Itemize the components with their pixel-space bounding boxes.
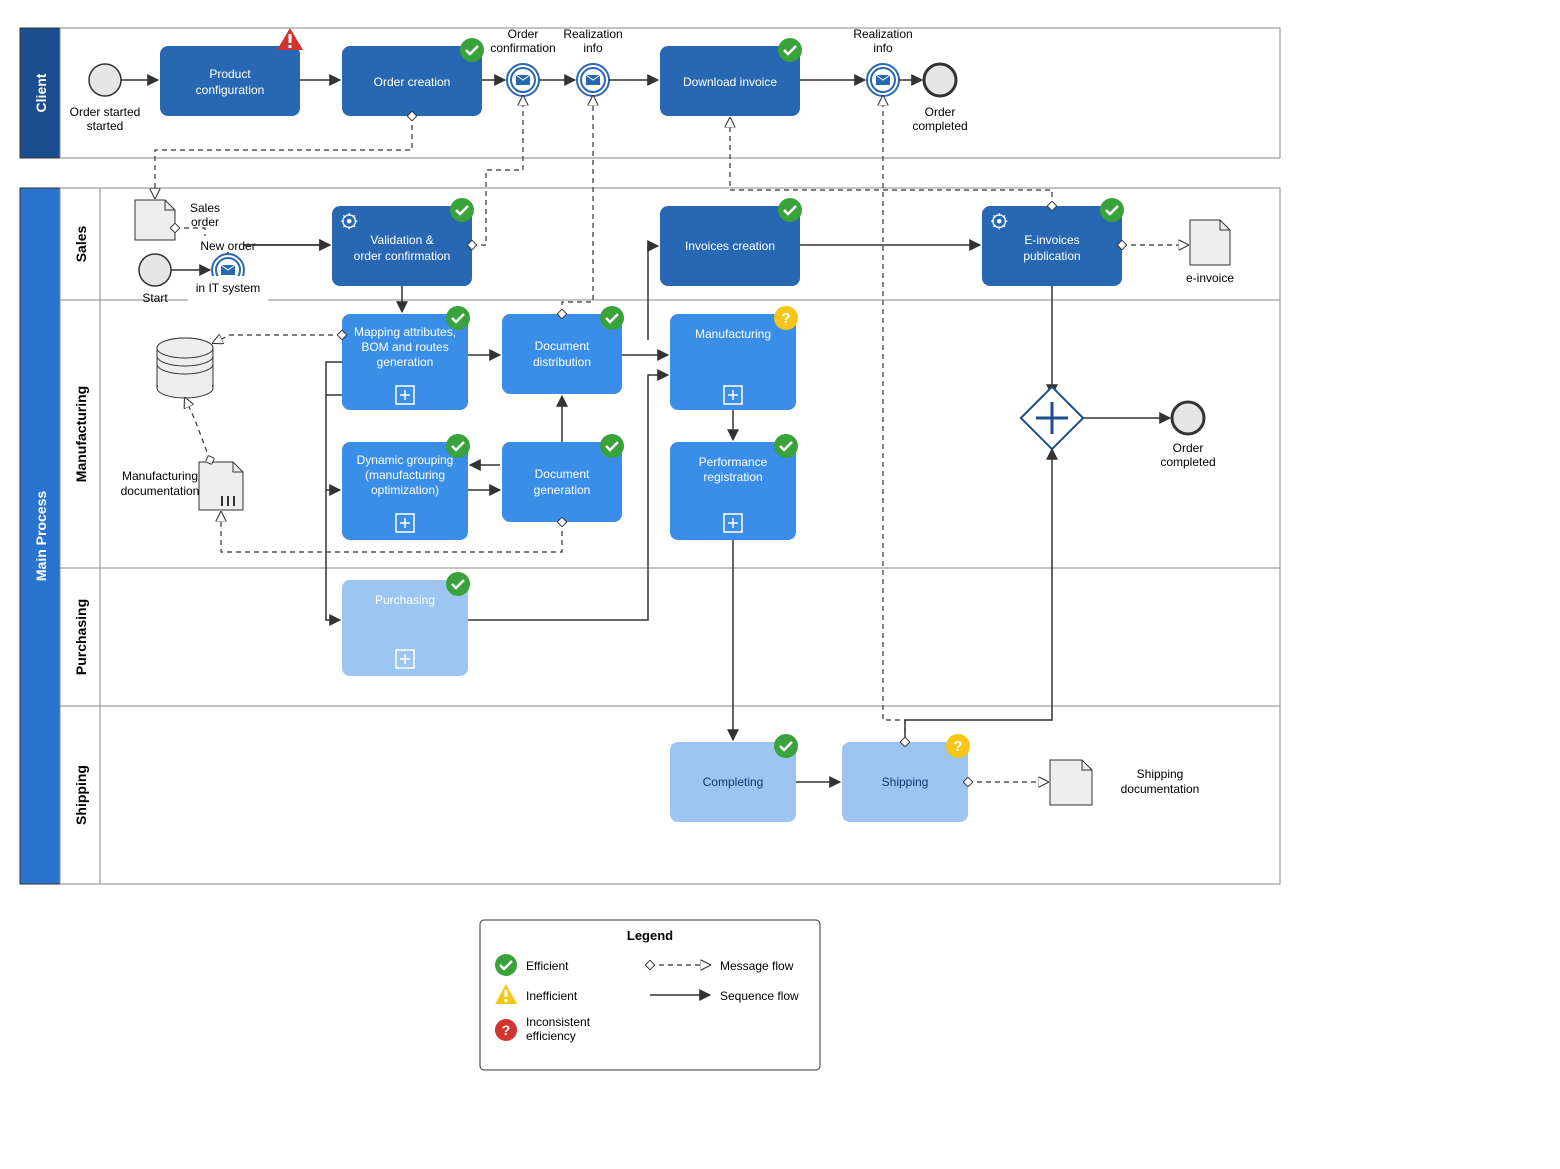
task-einvoices-publication[interactable]: E-invoices publication — [982, 198, 1124, 286]
badge-inconsistent-icon: ? — [774, 306, 798, 330]
data-object-einvoice[interactable]: e-invoice — [1186, 220, 1234, 285]
svg-text:Validation &: Validation & — [370, 233, 433, 247]
badge-efficient-icon — [446, 572, 470, 596]
svg-text:info: info — [583, 41, 603, 55]
gear-icon — [991, 213, 1007, 229]
svg-text:confirmation: confirmation — [490, 41, 555, 55]
task-shipping[interactable]: Shipping ? — [842, 734, 970, 822]
task-dynamic-grouping[interactable]: Dynamic grouping (manufacturing optimiza… — [342, 434, 470, 540]
task-purchasing[interactable]: Purchasing — [342, 572, 470, 676]
svg-text:Document: Document — [535, 467, 590, 481]
svg-text:efficiency: efficiency — [526, 1029, 576, 1043]
svg-text:documentation: documentation — [121, 484, 200, 498]
svg-text:E-invoices: E-invoices — [1024, 233, 1079, 247]
svg-text:publication: publication — [1023, 249, 1080, 263]
lane-manufacturing-title: Manufacturing — [73, 386, 89, 482]
svg-text:Invoices creation: Invoices creation — [685, 239, 775, 253]
badge-efficient-icon — [778, 198, 802, 222]
svg-text:in IT system: in IT system — [196, 281, 260, 295]
svg-text:Message flow: Message flow — [720, 959, 794, 973]
svg-text:Sequence flow: Sequence flow — [720, 989, 799, 1003]
svg-text:Efficient: Efficient — [526, 959, 569, 973]
pool-main-title: Main Process — [33, 491, 49, 581]
pool-client-title: Client — [33, 73, 49, 112]
badge-efficient-icon — [450, 198, 474, 222]
svg-text:Inconsistent: Inconsistent — [526, 1015, 591, 1029]
svg-text:documentation: documentation — [1121, 782, 1200, 796]
svg-text:?: ? — [953, 738, 962, 755]
lane-shipping-title: Shipping — [73, 765, 89, 825]
badge-efficient-icon — [1100, 198, 1124, 222]
svg-text:order: order — [191, 215, 219, 229]
svg-text:Document: Document — [535, 339, 590, 353]
task-validation-order-confirmation[interactable]: Validation & order confirmation — [332, 198, 474, 286]
badge-efficient-icon — [600, 306, 624, 330]
svg-text:started: started — [87, 119, 124, 133]
svg-text:Manufacturing: Manufacturing — [122, 469, 198, 483]
svg-text:generation: generation — [377, 355, 434, 369]
svg-text:Purchasing: Purchasing — [375, 593, 435, 607]
svg-text:Inefficient: Inefficient — [526, 989, 578, 1003]
gear-icon — [341, 213, 357, 229]
svg-text:configuration: configuration — [196, 83, 265, 97]
task-manufacturing[interactable]: Manufacturing ? — [670, 306, 798, 410]
badge-efficient-icon — [446, 306, 470, 330]
bpmn-diagram: Client Order started started Product con… — [0, 0, 1560, 1169]
svg-text:Order: Order — [1173, 441, 1204, 455]
svg-text:completed: completed — [1160, 455, 1215, 469]
svg-text:completed: completed — [912, 119, 967, 133]
svg-text:Realization: Realization — [563, 27, 622, 41]
badge-inconsistent-icon: ? — [946, 734, 970, 758]
svg-text:distribution: distribution — [533, 355, 591, 369]
svg-text:(manufacturing: (manufacturing — [365, 468, 445, 482]
task-order-creation[interactable]: Order creation — [342, 38, 484, 116]
svg-text:registration: registration — [703, 470, 762, 484]
svg-text:Dynamic grouping: Dynamic grouping — [357, 453, 454, 467]
svg-text:Realization: Realization — [853, 27, 912, 41]
svg-text:Product: Product — [209, 67, 251, 81]
lane-purchasing-title: Purchasing — [73, 599, 89, 675]
svg-text:Shipping: Shipping — [1137, 767, 1184, 781]
svg-text:Order: Order — [508, 27, 539, 41]
svg-text:e-invoice: e-invoice — [1186, 271, 1234, 285]
svg-text:BOM and routes: BOM and routes — [361, 340, 448, 354]
task-mapping-attributes[interactable]: Mapping attributes, BOM and routes gener… — [342, 306, 470, 410]
svg-text:Start: Start — [142, 291, 168, 305]
badge-efficient-icon — [774, 734, 798, 758]
svg-text:info: info — [873, 41, 893, 55]
task-performance-registration[interactable]: Performance registration — [670, 434, 798, 540]
task-document-generation[interactable]: Document generation — [502, 434, 624, 522]
svg-text:optimization): optimization) — [371, 483, 439, 497]
event-start-main[interactable]: Start — [139, 254, 171, 305]
svg-text:Order: Order — [925, 105, 956, 119]
svg-text:Shipping: Shipping — [882, 775, 929, 789]
lane-sales-title: Sales — [73, 225, 89, 262]
data-store-manufacturing[interactable] — [157, 338, 213, 398]
svg-text:New order: New order — [200, 239, 255, 253]
task-invoices-creation[interactable]: Invoices creation — [660, 198, 802, 286]
svg-text:Sales: Sales — [190, 201, 220, 215]
svg-text:?: ? — [502, 1022, 511, 1038]
badge-efficient-icon — [778, 38, 802, 62]
svg-text:generation: generation — [534, 483, 591, 497]
svg-text:Order started: Order started — [70, 105, 141, 119]
svg-text:Mapping attributes,: Mapping attributes, — [354, 325, 456, 339]
legend: Legend Efficient Inefficient ? Inconsist… — [480, 920, 820, 1070]
task-download-invoice[interactable]: Download invoice — [660, 38, 802, 116]
badge-efficient-icon — [774, 434, 798, 458]
badge-efficient-icon — [460, 38, 484, 62]
svg-text:?: ? — [781, 310, 790, 327]
badge-efficient-icon — [600, 434, 624, 458]
badge-efficient-icon — [446, 434, 470, 458]
svg-text:Download invoice: Download invoice — [683, 75, 777, 89]
svg-text:Legend: Legend — [627, 928, 673, 943]
svg-text:order confirmation: order confirmation — [354, 249, 451, 263]
svg-text:Completing: Completing — [703, 775, 764, 789]
svg-text:Performance: Performance — [699, 455, 768, 469]
task-document-distribution[interactable]: Document distribution — [502, 306, 624, 394]
svg-text:Manufacturing: Manufacturing — [695, 327, 771, 341]
svg-text:Order creation: Order creation — [374, 75, 451, 89]
task-completing[interactable]: Completing — [670, 734, 798, 822]
